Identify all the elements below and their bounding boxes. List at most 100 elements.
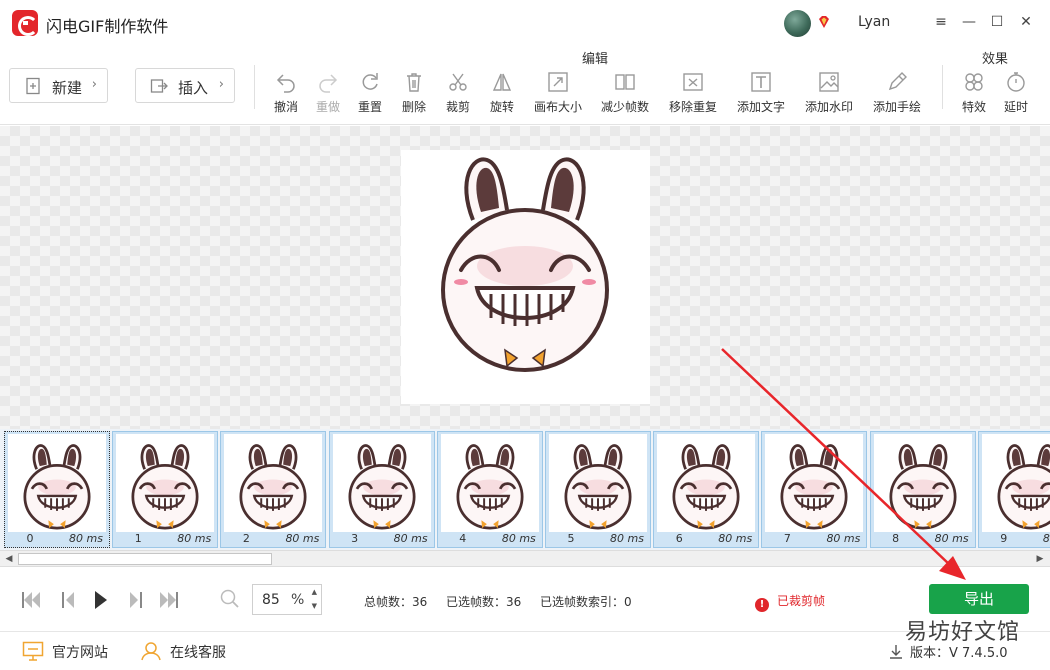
frame-thumbnail[interactable]: 9 80 ms xyxy=(977,431,1050,548)
monitor-icon xyxy=(22,641,44,661)
frame-image xyxy=(657,434,756,532)
frame-thumbnail[interactable]: 4 80 ms xyxy=(436,431,543,548)
frame-strip-scrollbar[interactable]: ◀ ▶ xyxy=(0,550,1050,567)
frame-duration[interactable]: 80 ms xyxy=(502,532,536,545)
frame-index: 3 xyxy=(351,532,359,545)
canvas-size-button[interactable]: 画布大小 xyxy=(531,71,585,119)
add-text-label: 添加文字 xyxy=(736,100,785,114)
new-button[interactable]: 新建 › xyxy=(9,68,108,103)
zoom-input[interactable]: 85 % ▲ ▼ xyxy=(252,584,322,615)
online-support-label: 在线客服 xyxy=(170,645,226,661)
export-button[interactable]: 导出 xyxy=(929,584,1029,614)
play-icon[interactable] xyxy=(90,590,112,610)
delay-label: 延时 xyxy=(1003,100,1028,114)
frame-image xyxy=(549,434,647,532)
frame-index: 2 xyxy=(242,532,250,545)
zoom-icon xyxy=(220,589,239,608)
previous-frame-icon[interactable] xyxy=(58,590,80,610)
scroll-left-icon[interactable]: ◀ xyxy=(2,552,16,566)
zoom-down-icon[interactable]: ▼ xyxy=(312,602,317,610)
rotate-icon xyxy=(492,73,512,91)
frame-duration[interactable]: 80 ms xyxy=(394,532,428,545)
reduce-frames-label: 减少帧数 xyxy=(600,100,649,114)
frame-index: 4 xyxy=(459,532,467,545)
frame-thumbnail[interactable]: 3 80 ms xyxy=(328,431,435,548)
menu-icon[interactable]: ≡ xyxy=(933,14,949,30)
effects-icon xyxy=(965,73,983,91)
official-website-link[interactable]: 官方网站 xyxy=(22,641,108,662)
frame-thumbnail[interactable]: 2 80 ms xyxy=(220,431,327,548)
delete-icon xyxy=(407,73,421,92)
frame-duration[interactable]: 80 ms xyxy=(718,532,752,545)
frame-thumbnail[interactable]: 8 80 ms xyxy=(869,431,976,548)
avatar[interactable] xyxy=(784,10,811,37)
redo-icon xyxy=(319,74,338,93)
username[interactable]: Lyan xyxy=(858,14,890,30)
maximize-icon[interactable]: ☐ xyxy=(989,14,1005,30)
frame-image xyxy=(8,434,106,532)
last-frame-icon[interactable] xyxy=(158,590,180,610)
frame-image xyxy=(765,434,864,532)
scrollbar-thumb[interactable] xyxy=(18,553,272,565)
frame-strip[interactable]: 0 80 ms 1 80 ms 2 80 ms 3 80 ms 4 80 ms 5 80 ms 6 80 … xyxy=(0,429,1050,550)
rotate-label: 旋转 xyxy=(489,100,514,114)
frame-index: 6 xyxy=(675,532,683,545)
edit-group-label: 编辑 xyxy=(582,52,609,67)
frame-thumbnail[interactable]: 6 80 ms xyxy=(653,431,760,548)
remove-duplicate-icon xyxy=(683,73,703,91)
reset-icon xyxy=(362,73,378,90)
frame-duration[interactable]: 80 ms xyxy=(935,532,969,545)
canvas-area[interactable] xyxy=(0,126,1050,429)
stopwatch-icon xyxy=(1007,72,1025,92)
support-person-icon xyxy=(141,642,161,661)
zoom-up-icon[interactable]: ▲ xyxy=(312,588,317,596)
frame-duration[interactable]: 80 ms xyxy=(826,532,860,545)
reduce-frames-button[interactable]: 减少帧数 xyxy=(598,71,652,119)
frame-duration[interactable]: 80 ms xyxy=(69,532,103,545)
frame-duration[interactable]: 80 ms xyxy=(610,532,644,545)
insert-icon xyxy=(150,79,168,93)
rotate-button[interactable]: 旋转 xyxy=(475,71,529,119)
playback-bar: 85 % ▲ ▼ 总帧数：36 已选帧数：36 已选帧数索引：0 ! 已裁剪帧 导… xyxy=(0,568,1050,631)
frame-thumbnail[interactable]: 5 80 ms xyxy=(545,431,651,548)
add-drawing-button[interactable]: 添加手绘 xyxy=(870,71,924,119)
frame-thumbnail[interactable]: 7 80 ms xyxy=(761,431,868,548)
frame-thumbnail[interactable]: 0 80 ms xyxy=(4,431,110,548)
frame-duration[interactable]: 80 ms xyxy=(177,532,211,545)
add-watermark-button[interactable]: 添加水印 xyxy=(802,71,856,119)
vip-diamond-icon[interactable] xyxy=(817,15,831,29)
official-website-label: 官方网站 xyxy=(52,645,108,661)
zoom-value: 85 xyxy=(262,592,280,608)
frame-duration[interactable]: 80 ms xyxy=(1043,532,1050,545)
first-frame-icon[interactable] xyxy=(20,590,42,610)
frame-thumbnail[interactable]: 1 80 ms xyxy=(112,431,219,548)
minimize-icon[interactable]: — xyxy=(961,14,977,30)
scroll-right-icon[interactable]: ▶ xyxy=(1033,552,1047,566)
title-bar: 闪电GIF制作软件 Lyan ≡ — ☐ ✕ xyxy=(0,0,1050,45)
insert-button[interactable]: 插入 › xyxy=(135,68,235,103)
close-icon[interactable]: ✕ xyxy=(1018,14,1034,30)
frame-image xyxy=(440,434,539,532)
chevron-right-icon: › xyxy=(218,77,224,92)
add-text-button[interactable]: 添加文字 xyxy=(734,71,788,119)
frame-image xyxy=(224,434,323,532)
chevron-right-icon: › xyxy=(91,77,97,92)
next-frame-icon[interactable] xyxy=(124,590,146,610)
selected-frames-text: 已选帧数：36 xyxy=(446,595,522,609)
warning-text: 已裁剪帧 xyxy=(777,594,826,608)
frame-index: 1 xyxy=(134,532,142,545)
frame-index: 0 xyxy=(26,532,34,545)
canvas-size-icon xyxy=(548,72,568,92)
undo-icon xyxy=(276,74,295,93)
version-label: 版本：V 7.4.5.0 xyxy=(910,646,1008,661)
frame-image xyxy=(981,434,1050,532)
delay-button[interactable]: 延时 xyxy=(989,71,1043,119)
remove-duplicate-button[interactable]: 移除重复 xyxy=(666,71,720,119)
cropped-frames-warning[interactable]: ! 已裁剪帧 xyxy=(755,592,825,612)
online-support-link[interactable]: 在线客服 xyxy=(140,642,226,662)
frame-index: 5 xyxy=(567,532,575,545)
download-icon xyxy=(890,645,902,659)
site-watermark: 易坊好文馆 xyxy=(905,620,1021,645)
frame-duration[interactable]: 80 ms xyxy=(285,532,319,545)
effect-group-label: 效果 xyxy=(982,52,1009,67)
